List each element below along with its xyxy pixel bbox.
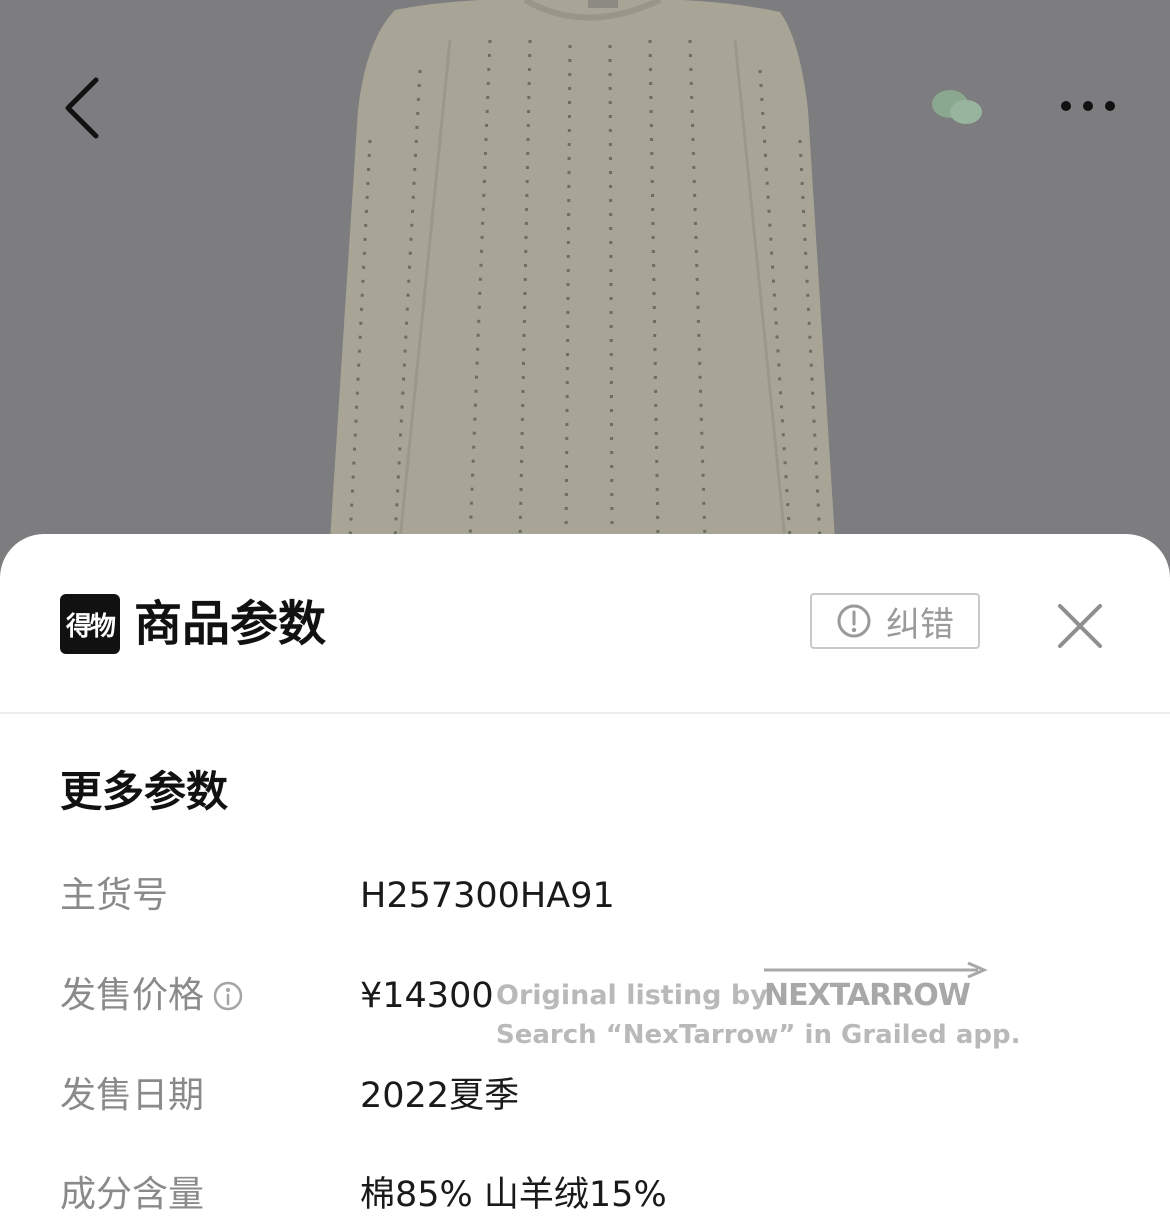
param-row-release-date: 发售日期 2022夏季 xyxy=(60,1068,1140,1124)
report-error-label: 纠错 xyxy=(886,604,954,645)
more-dots-icon xyxy=(1061,101,1115,111)
watermark: Original listing by NEXTARROW Search “Ne… xyxy=(496,960,1021,1055)
sheet-header: 得物 商品参数 纠错 xyxy=(0,534,1170,714)
dewu-logo: 得物 xyxy=(60,594,120,654)
watermark-brand: NEXTARROW xyxy=(764,978,971,1013)
product-params-screen: 得物 商品参数 纠错 更多参数 主货号 H257300HA91 发售价格 ¥14… xyxy=(0,0,1170,1227)
param-label: 发售日期 xyxy=(60,1075,205,1116)
param-row-composition: 成分含量 棉85% 山羊绒15% xyxy=(60,1167,1140,1223)
param-value: H257300HA91 xyxy=(360,876,615,916)
param-label: 主货号 xyxy=(60,875,169,916)
watermark-line2: Search “NexTarrow” in Grailed app. xyxy=(496,1020,1021,1050)
alert-circle-icon xyxy=(837,604,871,638)
more-button[interactable] xyxy=(1056,88,1120,124)
chevron-left-icon xyxy=(65,77,99,139)
param-label: 成分含量 xyxy=(60,1174,205,1215)
report-error-button[interactable]: 纠错 xyxy=(810,593,980,649)
param-value: 2022夏季 xyxy=(360,1076,520,1116)
param-row-style-number: 主货号 H257300HA91 xyxy=(60,868,1140,924)
product-image-backdrop[interactable] xyxy=(0,0,1170,600)
sweater-image xyxy=(330,0,835,541)
param-label-text: 发售价格 xyxy=(60,975,205,1016)
share-button[interactable] xyxy=(930,86,986,128)
logo-text: 得物 xyxy=(65,611,116,642)
param-value: 棉85% 山羊绒15% xyxy=(360,1175,667,1215)
param-value: ¥14300 xyxy=(360,976,494,1016)
back-button[interactable] xyxy=(56,70,116,146)
close-button[interactable] xyxy=(1054,600,1106,652)
wechat-icon xyxy=(932,90,982,124)
param-label-with-info: 发售价格 xyxy=(60,968,244,1024)
params-sheet: 得物 商品参数 纠错 更多参数 主货号 H257300HA91 发售价格 ¥14… xyxy=(0,534,1170,1227)
arrow-right-icon xyxy=(764,962,988,978)
watermark-line1: Original listing by xyxy=(496,980,768,1011)
close-icon xyxy=(1058,604,1102,648)
section-title: 更多参数 xyxy=(60,767,229,816)
sheet-title: 商品参数 xyxy=(134,596,327,652)
info-icon[interactable] xyxy=(212,980,244,1012)
